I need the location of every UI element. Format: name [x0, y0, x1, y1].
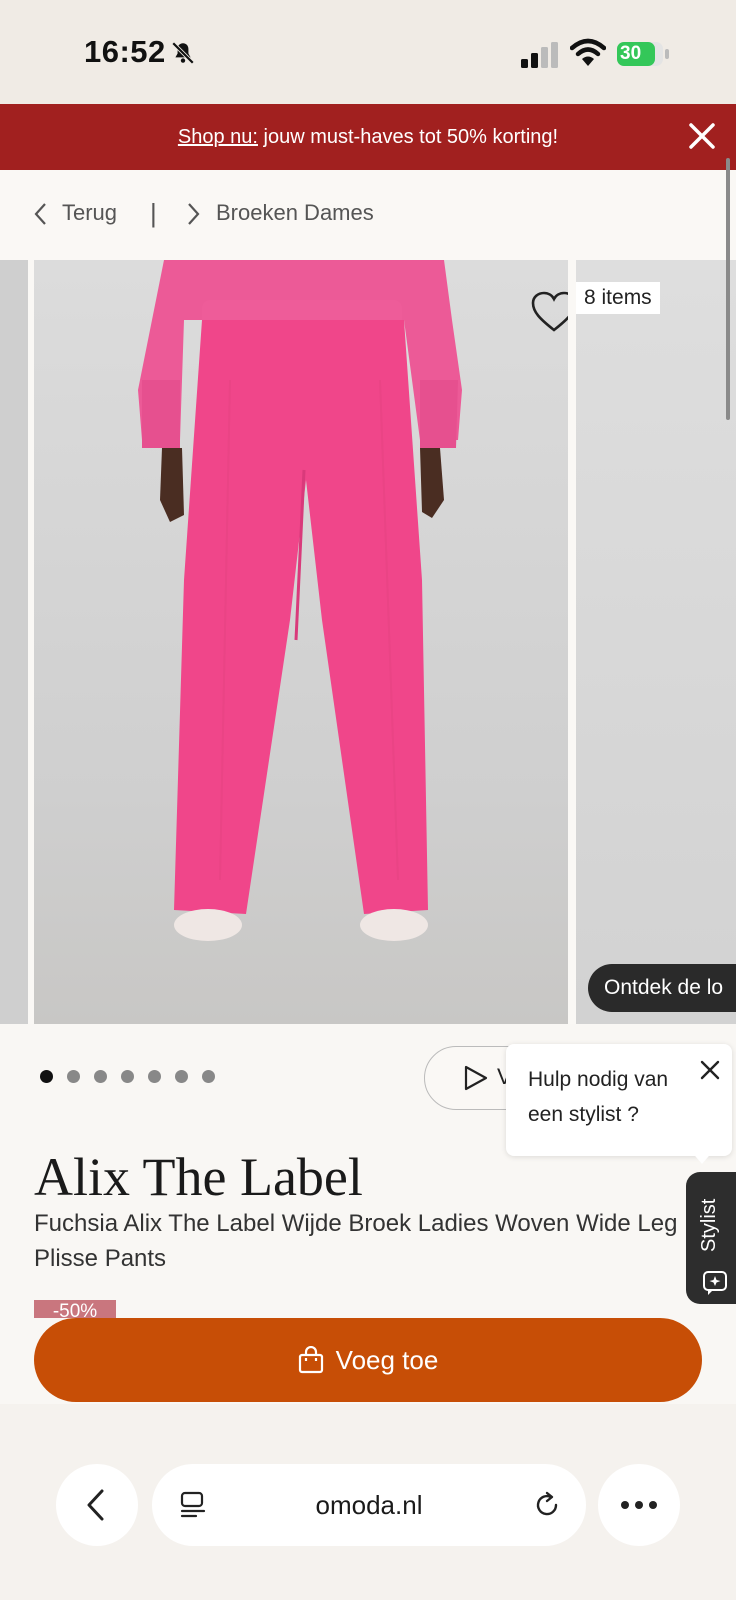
gallery-dot[interactable] [94, 1070, 107, 1083]
chevron-right-icon [188, 203, 200, 225]
chevron-left-icon[interactable] [30, 200, 52, 228]
gallery-dot[interactable] [67, 1070, 80, 1083]
product-title: Fuchsia Alix The Label Wijde Broek Ladie… [34, 1210, 678, 1272]
add-to-cart-label: Voeg toe [335, 1344, 439, 1375]
url-text[interactable]: omoda.nl [152, 1464, 586, 1546]
status-bar: 16:52 30 [0, 0, 736, 104]
stylist-popup-text: Hulp nodig van een stylist ? [528, 1068, 669, 1126]
signal-icon [521, 42, 558, 68]
chevron-left-icon [87, 1489, 104, 1521]
more-dots-icon [621, 1501, 657, 1509]
reload-icon[interactable] [532, 1490, 562, 1520]
play-icon [464, 1065, 488, 1091]
gallery-dot[interactable] [202, 1070, 215, 1083]
close-icon[interactable] [684, 118, 720, 154]
stylist-popup: Hulp nodig van een stylist ? [506, 1044, 732, 1156]
gallery-dot[interactable] [121, 1070, 134, 1083]
category-link[interactable]: Broeken Dames [216, 200, 374, 226]
status-time: 16:52 [84, 34, 166, 69]
stylist-tab-label: Stylist [698, 1198, 720, 1252]
battery-indicator: 30 [616, 40, 670, 68]
product-gallery[interactable]: 8 items Ontdek de lo [0, 260, 736, 1024]
stylist-popup-arrow [690, 1150, 714, 1164]
gallery-dot[interactable] [40, 1070, 53, 1083]
page-scrollbar[interactable] [726, 158, 730, 420]
promo-text: Shop nu: jouw must-haves tot 50% korting… [0, 104, 736, 170]
next-image[interactable] [576, 260, 736, 1024]
add-to-cart-button[interactable]: Voeg toe [34, 1318, 702, 1402]
discount-badge-text: -50% [52, 1301, 98, 1318]
shopping-bag-icon [298, 1346, 323, 1374]
more-options-button[interactable] [598, 1464, 680, 1546]
promo-link[interactable]: Shop nu: [178, 126, 258, 148]
close-icon[interactable] [698, 1058, 722, 1082]
add-to-cart-content: Voeg toe [34, 1318, 702, 1402]
product-photo [138, 260, 462, 941]
bell-muted-icon [171, 41, 195, 65]
gallery-dot[interactable] [175, 1070, 188, 1083]
address-bar[interactable]: omoda.nl [152, 1464, 586, 1546]
previous-image[interactable] [0, 260, 28, 1024]
promo-message: jouw must-haves tot 50% korting! [257, 126, 559, 148]
chat-sparkle-icon [703, 1271, 727, 1295]
battery-level: 30 [620, 43, 642, 64]
browser-back-button[interactable] [56, 1464, 138, 1546]
items-badge: 8 items [576, 282, 660, 314]
gallery-dot[interactable] [148, 1070, 161, 1083]
discover-look-button[interactable]: Ontdek de lo [588, 964, 736, 1012]
heart-icon[interactable] [530, 290, 568, 334]
brand-name[interactable]: Alix The Label [34, 1146, 363, 1208]
promo-banner: Shop nu: jouw must-haves tot 50% korting… [0, 104, 736, 170]
breadcrumb-separator: | [150, 198, 157, 228]
product-image[interactable] [34, 260, 568, 1024]
breadcrumb: Terug | Broeken Dames [0, 170, 736, 260]
browser-toolbar: omoda.nl [0, 1404, 736, 1600]
discount-badge: -50% [34, 1300, 116, 1318]
back-link[interactable]: Terug [62, 200, 117, 226]
gallery-dots [40, 1070, 229, 1084]
wifi-icon [570, 38, 606, 66]
